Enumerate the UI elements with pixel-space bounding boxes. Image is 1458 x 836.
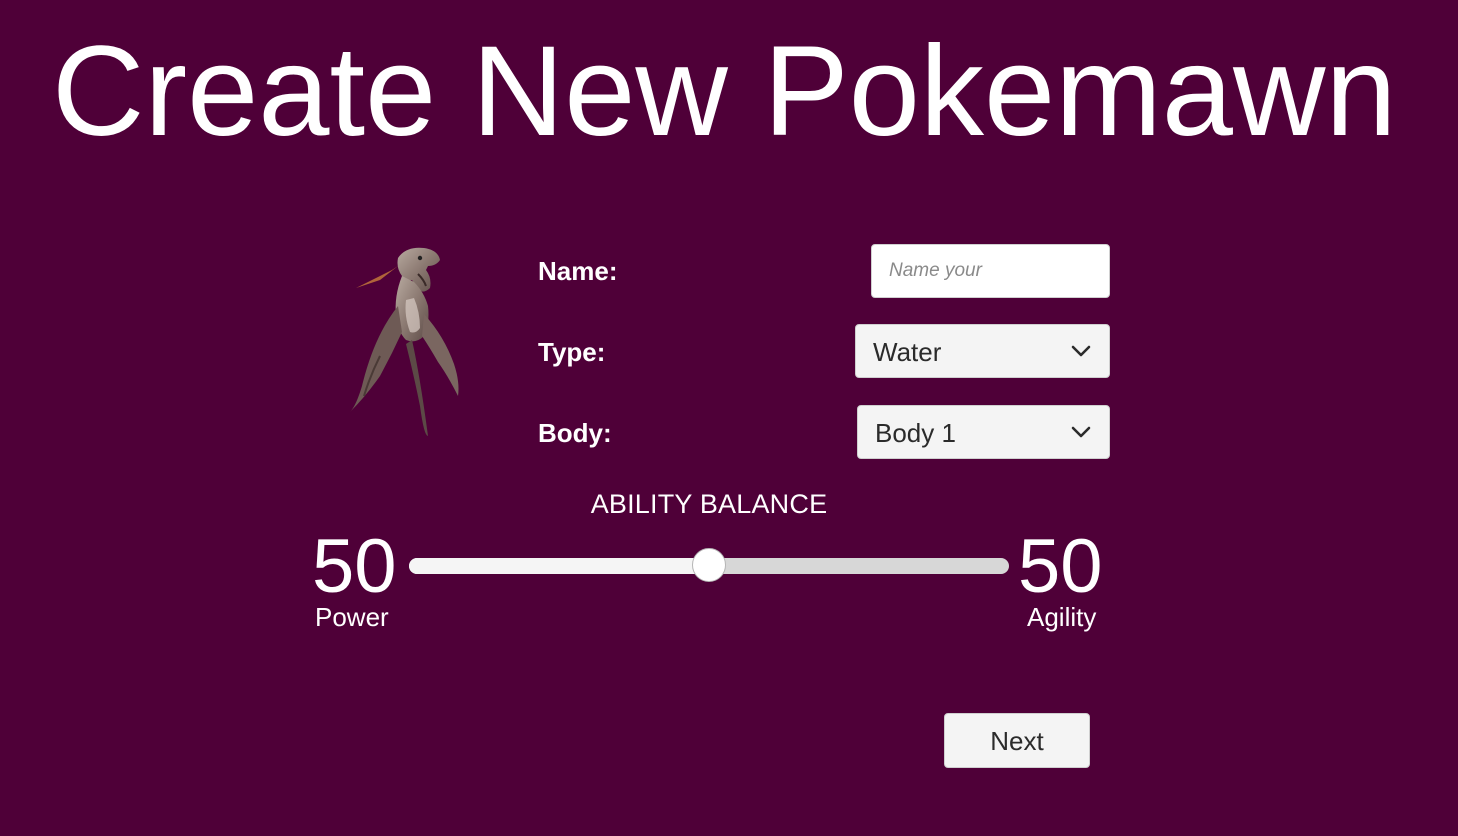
- chevron-down-icon: [1071, 345, 1091, 357]
- ability-balance-slider[interactable]: [409, 548, 1009, 582]
- power-value: 50: [312, 524, 397, 609]
- body-dropdown[interactable]: Body 1: [857, 405, 1110, 459]
- body-selected-value: Body 1: [875, 418, 956, 448]
- name-input[interactable]: [871, 244, 1110, 298]
- creature-preview: [340, 236, 470, 446]
- body-label: Body:: [538, 418, 612, 448]
- page-title: Create New Pokemawn: [52, 20, 1397, 163]
- agility-value: 50: [1018, 524, 1103, 609]
- chevron-down-icon: [1071, 426, 1091, 438]
- type-selected-value: Water: [873, 337, 942, 367]
- next-button[interactable]: Next: [944, 713, 1090, 768]
- slider-handle[interactable]: [692, 548, 726, 582]
- ability-balance-title: ABILITY BALANCE: [590, 489, 828, 519]
- type-label: Type:: [538, 337, 606, 367]
- agility-label: Agility: [1027, 602, 1097, 632]
- power-label: Power: [315, 602, 389, 632]
- name-label: Name:: [538, 256, 618, 286]
- slider-fill: [409, 558, 709, 574]
- type-dropdown[interactable]: Water: [855, 324, 1110, 378]
